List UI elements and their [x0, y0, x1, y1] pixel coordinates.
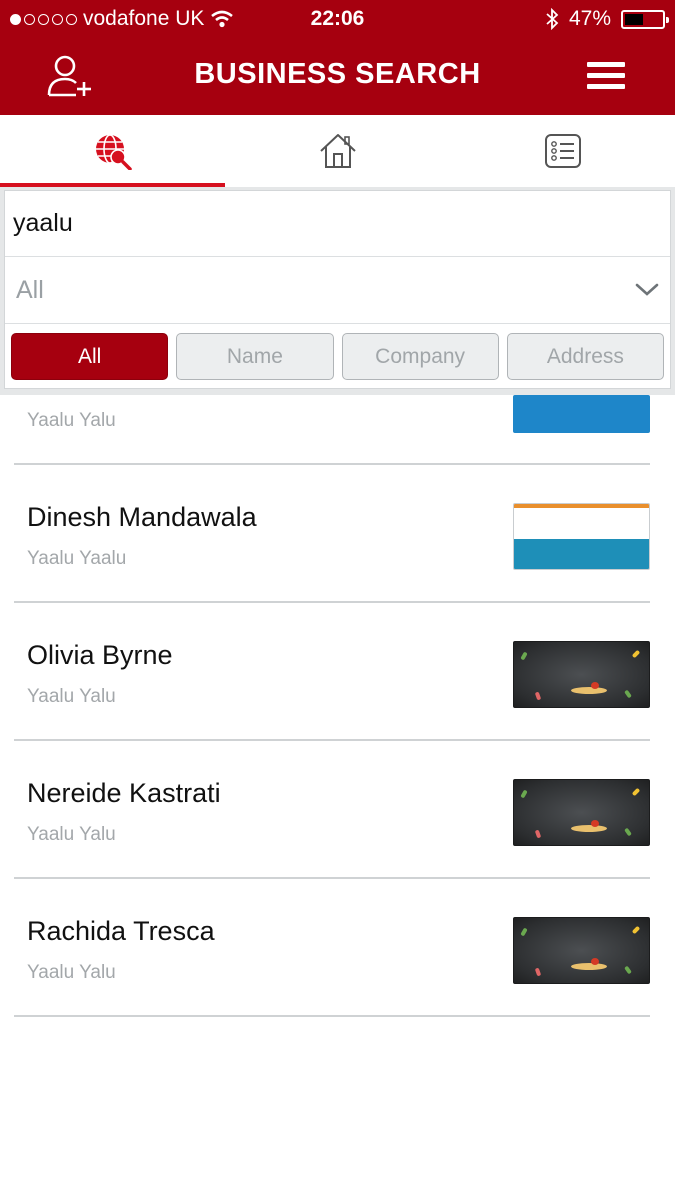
tab-home[interactable]	[225, 115, 450, 187]
filter-all-button[interactable]: All	[11, 333, 169, 380]
search-panel: yaalu All All Name Company Address	[0, 187, 675, 395]
list-item-subtitle: Yaalu Yalu	[27, 962, 116, 983]
filter-name-button[interactable]: Name	[176, 333, 334, 380]
list-item-name: Nereide Kastrati	[27, 778, 221, 808]
search-box: yaalu All All Name Company Address	[4, 190, 671, 389]
category-select[interactable]: All	[5, 257, 670, 324]
tab-business-search[interactable]	[0, 115, 225, 187]
bluetooth-icon	[546, 8, 559, 30]
business-thumbnail	[513, 779, 650, 846]
list-item[interactable]: Dinesh Mandawala Yaalu Yaalu	[14, 465, 650, 603]
business-thumbnail	[513, 503, 650, 570]
list-item[interactable]: Yaalu Yalu	[14, 395, 650, 465]
tab-list[interactable]	[450, 115, 675, 187]
filter-segmented-control: All Name Company Address	[5, 324, 670, 388]
list-item[interactable]: Rachida Tresca Yaalu Yalu	[14, 879, 650, 1017]
list-item-name: Rachida Tresca	[27, 916, 215, 946]
list-item[interactable]: Nereide Kastrati Yaalu Yalu	[14, 741, 650, 879]
business-thumbnail	[513, 641, 650, 708]
list-item-name: Dinesh Mandawala	[27, 502, 257, 532]
battery-percent: 47%	[568, 7, 611, 30]
search-input[interactable]: yaalu	[5, 191, 670, 257]
home-icon	[319, 134, 356, 168]
list-item[interactable]: Olivia Byrne Yaalu Yalu	[14, 603, 650, 741]
status-right: 47%	[545, 7, 669, 31]
filter-company-button[interactable]: Company	[341, 333, 499, 380]
battery-icon	[621, 9, 669, 29]
list-item-name: Olivia Byrne	[27, 640, 173, 670]
list-item-subtitle: Yaalu Yalu	[27, 410, 116, 431]
list-item-subtitle: Yaalu Yaalu	[27, 548, 127, 569]
app-header: vodafone UK 22:06 47% BUSINESS SEARCH	[0, 0, 675, 115]
list-icon	[544, 134, 581, 168]
page-title: BUSINESS SEARCH	[194, 58, 481, 90]
business-thumbnail	[513, 395, 650, 433]
business-thumbnail	[513, 917, 650, 984]
status-bar: vodafone UK 22:06 47%	[0, 0, 675, 38]
results-list: Yaalu Yalu Dinesh Mandawala Yaalu Yaalu …	[0, 395, 675, 1017]
list-item-subtitle: Yaalu Yalu	[27, 686, 116, 707]
globe-search-icon	[95, 134, 132, 170]
list-item-subtitle: Yaalu Yalu	[27, 824, 116, 845]
category-select-value: All	[16, 275, 44, 304]
filter-address-button[interactable]: Address	[506, 333, 664, 380]
hamburger-menu-icon[interactable]	[587, 62, 625, 90]
chevron-down-icon	[635, 283, 659, 296]
tab-bar	[0, 115, 675, 187]
